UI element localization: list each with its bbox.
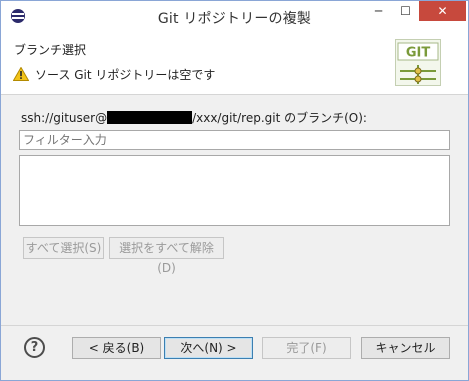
page-title: ブランチ選択 (14, 43, 87, 57)
back-button[interactable]: < 戻る(B) (72, 337, 161, 359)
remote-branches-label: ssh://gituser@ /xxx/git/rep.git のブランチ(O): (21, 109, 367, 126)
filter-input[interactable] (19, 130, 450, 150)
maximize-button[interactable]: ☐ (392, 1, 419, 21)
clone-git-repository-dialog: Git リポジトリーの複製 ─ ☐ ✕ ブランチ選択 ソース Git リポジトリ… (0, 0, 469, 381)
status-message: ソース Git リポジトリーは空です (35, 68, 216, 82)
finish-button[interactable]: 完了(F) (262, 337, 351, 359)
footer-separator (1, 325, 468, 326)
cancel-button[interactable]: キャンセル (361, 337, 450, 359)
wizard-header: ブランチ選択 ソース Git リポジトリーは空です GIT (1, 32, 468, 95)
redacted-hostname (107, 111, 193, 124)
close-button[interactable]: ✕ (419, 1, 466, 21)
title-bar[interactable]: Git リポジトリーの複製 ─ ☐ ✕ (1, 1, 468, 32)
wizard-content: ssh://gituser@ /xxx/git/rep.git のブランチ(O):… (1, 96, 468, 326)
help-icon[interactable]: ? (24, 337, 45, 358)
next-button[interactable]: 次へ(N) > (164, 337, 253, 359)
deselect-all-button[interactable]: 選択をすべて解除(D) (109, 237, 224, 275)
git-logo-icon: GIT (395, 39, 441, 86)
git-logo-text: GIT (406, 46, 431, 61)
warning-triangle-icon (13, 67, 29, 81)
remote-url-suffix: /xxx/git/rep.git のブランチ(O): (192, 111, 367, 125)
select-all-button[interactable]: すべて選択(S) (23, 237, 104, 259)
minimize-button[interactable]: ─ (365, 1, 392, 21)
branch-list[interactable] (19, 155, 450, 226)
remote-url-prefix: ssh://gituser@ (21, 111, 108, 125)
